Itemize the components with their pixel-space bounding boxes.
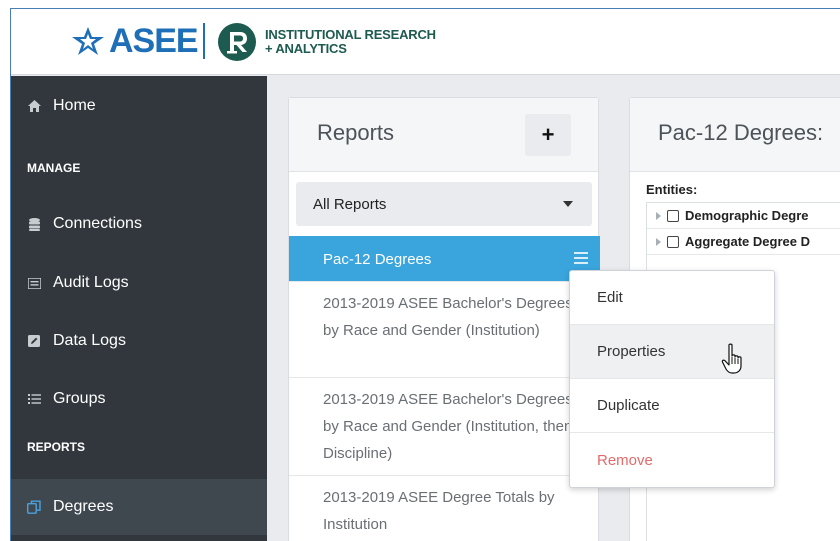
sidebar-item-groups[interactable]: Groups — [11, 374, 267, 424]
menu-item-remove[interactable]: Remove — [570, 433, 774, 487]
menu-item-duplicate[interactable]: Duplicate — [570, 379, 774, 433]
reports-panel-header: Reports + — [289, 98, 598, 172]
entity-label: Demographic Degre — [685, 208, 809, 223]
sidebar-item-connections[interactable]: Connections — [11, 199, 267, 249]
detail-title: Pac-12 Degrees: — [658, 120, 824, 145]
add-report-button[interactable]: + — [525, 114, 571, 156]
sidebar-item-data-logs[interactable]: Data Logs — [11, 316, 267, 366]
entity-label: Aggregate Degree D — [685, 234, 810, 249]
expand-arrow-icon[interactable] — [656, 211, 661, 220]
sidebar-item-degrees[interactable]: Degrees — [11, 479, 267, 535]
section-manage: MANAGE — [27, 161, 81, 175]
entities-label: Entities: — [646, 182, 698, 197]
reports-title: Reports — [317, 120, 395, 145]
entity-checkbox[interactable] — [667, 235, 679, 248]
database-icon — [27, 217, 41, 231]
edit-icon — [27, 334, 41, 348]
sidebar-item-label: Groups — [53, 390, 106, 407]
ira-r-badge-icon — [218, 23, 256, 61]
sidebar: Home MANAGE Connections Audit Logs Data … — [11, 76, 267, 541]
sidebar-item-audit-logs[interactable]: Audit Logs — [11, 258, 267, 308]
chevron-down-icon — [563, 201, 573, 207]
report-item-label: Pac-12 Degrees — [323, 251, 432, 268]
sidebar-item-label: Connections — [53, 215, 142, 232]
copy-icon — [27, 500, 41, 514]
ira-title: INSTITUTIONAL RESEARCH + ANALYTICS — [265, 28, 436, 56]
hand-cursor-icon — [721, 343, 742, 374]
report-item-label: 2013-2019 ASEE Bachelor's Degrees by Rac… — [323, 391, 573, 462]
asee-logo[interactable]: ASEE — [69, 22, 199, 60]
asee-logo-text: ASEE — [109, 22, 199, 60]
detail-panel-header: Pac-12 Degrees: — [630, 98, 840, 172]
hamburger-menu-icon[interactable] — [574, 252, 588, 264]
section-reports: REPORTS — [27, 440, 86, 454]
entity-checkbox[interactable] — [667, 209, 679, 222]
ira-title-line1: INSTITUTIONAL RESEARCH — [265, 27, 436, 42]
report-item-label: 2013-2019 ASEE Bachelor's Degrees by Rac… — [323, 295, 573, 339]
report-item[interactable]: 2013-2019 ASEE Bachelor's Degrees by Rac… — [289, 378, 600, 476]
report-item[interactable]: 2013-2019 ASEE Bachelor's Degrees by Rac… — [289, 282, 600, 378]
sidebar-item-label: Data Logs — [53, 332, 126, 349]
entity-row[interactable]: Demographic Degre — [647, 203, 840, 229]
report-filter-value: All Reports — [313, 195, 387, 213]
sidebar-item-label: Degrees — [53, 498, 114, 515]
logo-divider — [203, 23, 205, 59]
sidebar-item-label: Home — [53, 97, 96, 114]
sidebar-item-home[interactable]: Home — [11, 81, 267, 131]
ira-title-line2: + ANALYTICS — [265, 41, 347, 56]
asee-star-icon — [72, 27, 104, 55]
menu-item-edit[interactable]: Edit — [570, 271, 774, 325]
report-item-label: 2013-2019 ASEE Degree Totals by Institut… — [323, 489, 555, 533]
report-item-selected[interactable]: Pac-12 Degrees — [289, 236, 600, 282]
home-icon — [27, 99, 41, 113]
list-icon — [27, 276, 41, 290]
report-filter-select[interactable]: All Reports — [296, 182, 592, 226]
sidebar-item-label: Audit Logs — [53, 274, 129, 291]
report-item[interactable]: 2013-2019 ASEE Degree Totals by Institut… — [289, 476, 600, 541]
report-list: Pac-12 Degrees 2013-2019 ASEE Bachelor's… — [289, 236, 600, 541]
reports-panel: Reports + All Reports Pac-12 Degrees 201… — [288, 97, 600, 541]
report-context-menu: Edit Properties Duplicate Remove — [569, 270, 775, 488]
list-icon — [27, 392, 41, 406]
expand-arrow-icon[interactable] — [656, 237, 661, 246]
entity-row[interactable]: Aggregate Degree D — [647, 229, 840, 255]
top-header: ASEE INSTITUTIONAL RESEARCH + ANALYTICS — [11, 9, 840, 75]
